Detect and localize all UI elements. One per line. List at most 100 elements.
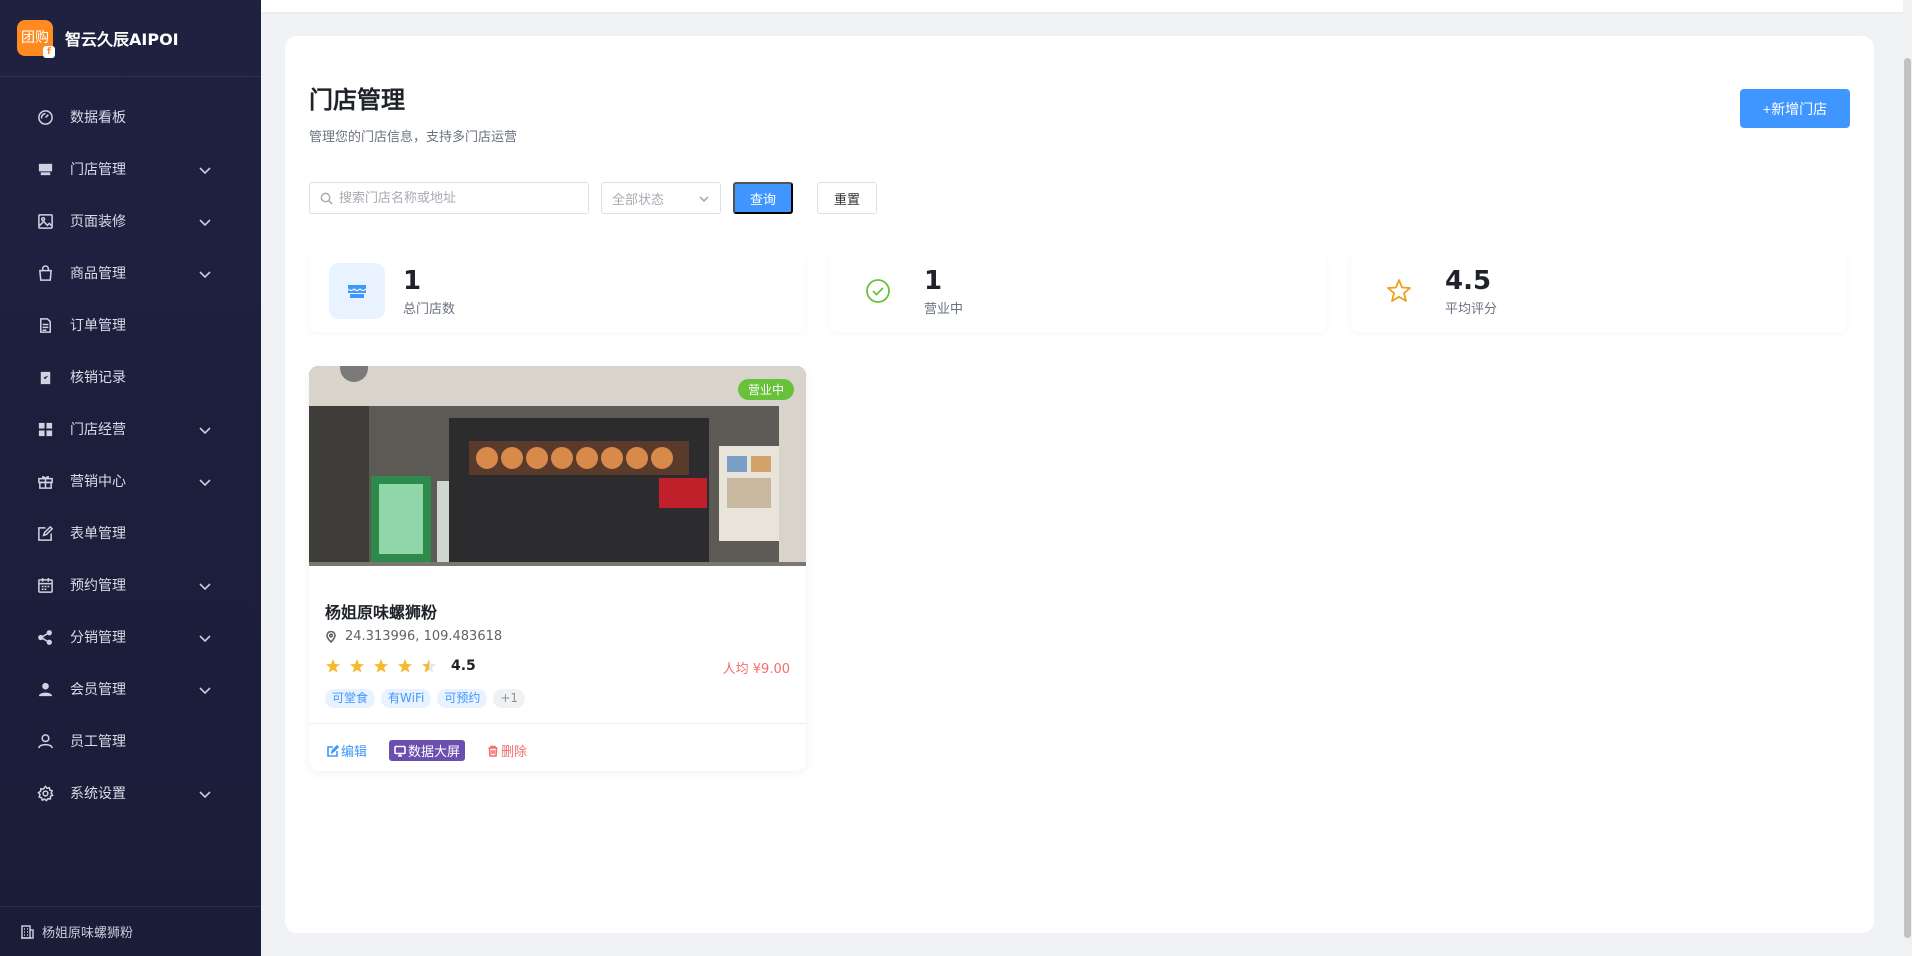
scrollbar-thumb[interactable] (1904, 58, 1911, 938)
stat-total-stores: 1 总门店数 (309, 250, 805, 332)
sidebar-item-label: 员工管理 (70, 734, 126, 750)
store-actions: 编辑 数据大屏 删除 (327, 740, 527, 761)
top-bar (261, 0, 1903, 12)
data-screen-button[interactable]: 数据大屏 (389, 740, 466, 761)
user-filled-icon (36, 680, 54, 698)
chevron-down-icon (198, 787, 214, 803)
sidebar-item-system-settings[interactable]: 系统设置 (0, 767, 261, 819)
current-store-name: 杨姐原味螺狮粉 (42, 926, 134, 941)
tag-more[interactable]: +1 (493, 689, 526, 708)
store-location: 24.313996, 109.483618 (325, 629, 502, 644)
brand: 团购 f 智云久辰AIPOI (0, 0, 261, 77)
tag-wifi: 有WiFi (381, 689, 432, 708)
chevron-down-icon (198, 215, 214, 231)
logo-text: 团购 (21, 30, 49, 46)
data-screen-label: 数据大屏 (408, 745, 461, 760)
search-box[interactable] (309, 182, 589, 214)
tag-reservable: 可预约 (437, 689, 488, 708)
sidebar-item-label: 预约管理 (70, 578, 126, 594)
store-card[interactable]: 营业中 杨姐原味螺狮粉 24.313996, 109.483618 4.5 人均… (309, 366, 806, 771)
star-filled-icon (326, 659, 340, 673)
edit-label: 编辑 (341, 745, 368, 760)
sidebar-menu: 数据看板 门店管理 页面装修 商品管理 订单管理 核销记录 门店经营 营销中心 … (0, 77, 261, 819)
delete-label: 删除 (501, 745, 528, 760)
sidebar-item-label: 会员管理 (70, 682, 126, 698)
add-store-button[interactable]: +新增门店 (1740, 89, 1850, 128)
stat-average-rating: 4.5 平均评分 (1351, 250, 1847, 332)
sidebar-item-distribution-management[interactable]: 分销管理 (0, 611, 261, 663)
stat-value: 1 (924, 265, 943, 296)
delete-button[interactable]: 删除 (487, 741, 527, 760)
sidebar-item-page-decoration[interactable]: 页面装修 (0, 195, 261, 247)
sidebar-item-label: 数据看板 (70, 110, 126, 126)
sidebar-item-marketing-center[interactable]: 营销中心 (0, 455, 261, 507)
store-icon (36, 160, 54, 178)
search-icon (320, 192, 333, 205)
sidebar-item-label: 营销中心 (70, 474, 126, 490)
status-badge: 营业中 (737, 379, 794, 400)
sidebar-item-booking-management[interactable]: 预约管理 (0, 559, 261, 611)
stat-label: 总门店数 (403, 301, 456, 317)
stat-value: 4.5 (1445, 265, 1492, 296)
share-icon (36, 628, 54, 646)
chevron-down-icon (198, 163, 214, 179)
rating-value: 4.5 (451, 658, 476, 674)
search-input[interactable] (339, 190, 569, 206)
status-select[interactable]: 全部状态 (601, 182, 721, 214)
status-select-value: 全部状态 (612, 192, 665, 208)
main-card: 门店管理 管理您的门店信息，支持多门店运营 +新增门店 全部状态 查询 重置 1… (285, 36, 1874, 933)
sidebar: 团购 f 智云久辰AIPOI 数据看板 门店管理 页面装修 商品管理 订单管理 (0, 0, 261, 956)
edit-button[interactable]: 编辑 (327, 741, 367, 760)
sidebar-item-staff-management[interactable]: 员工管理 (0, 715, 261, 767)
document-icon (36, 316, 54, 334)
sidebar-item-store-operations[interactable]: 门店经营 (0, 403, 261, 455)
stat-label: 平均评分 (1445, 301, 1498, 317)
chevron-down-icon (198, 631, 214, 647)
stat-open-stores: 1 营业中 (830, 250, 1326, 332)
store-front-icon (329, 263, 385, 319)
sidebar-item-store-management[interactable]: 门店管理 (0, 143, 261, 195)
sidebar-item-dashboard[interactable]: 数据看板 (0, 91, 261, 143)
page-title: 门店管理 (309, 86, 405, 114)
sidebar-item-label: 核销记录 (70, 370, 126, 386)
trash-icon (488, 745, 498, 757)
gift-icon (36, 472, 54, 490)
sidebar-item-label: 页面装修 (70, 214, 126, 230)
sidebar-item-label: 门店经营 (70, 422, 126, 438)
store-coordinates: 24.313996, 109.483618 (345, 629, 503, 644)
grid-icon (36, 420, 54, 438)
store-photo: 营业中 (309, 366, 806, 566)
store-rating: 4.5 (325, 658, 476, 674)
chevron-down-icon (198, 683, 214, 699)
clipboard-check-icon (36, 368, 54, 386)
reset-button[interactable]: 重置 (817, 182, 877, 214)
sidebar-item-verification-records[interactable]: 核销记录 (0, 351, 261, 403)
star-half-icon (422, 659, 436, 673)
user-icon (36, 732, 54, 750)
chevron-down-icon (198, 579, 214, 595)
chevron-down-icon (198, 267, 214, 283)
chevron-down-icon (699, 196, 709, 203)
store-name: 杨姐原味螺狮粉 (325, 603, 438, 622)
current-store-footer[interactable]: 杨姐原味螺狮粉 (0, 906, 261, 956)
logo-badge: f (43, 46, 55, 58)
building-icon (21, 924, 34, 939)
sidebar-item-form-management[interactable]: 表单管理 (0, 507, 261, 559)
brand-name: 智云久辰AIPOI (65, 30, 179, 49)
sidebar-item-label: 分销管理 (70, 630, 126, 646)
shopping-bag-icon (36, 264, 54, 282)
location-pin-icon (326, 630, 336, 643)
monitor-icon (394, 745, 406, 757)
page-scrollbar[interactable] (1903, 0, 1912, 956)
logo: 团购 f (17, 20, 55, 58)
dashboard-icon (36, 108, 54, 126)
sidebar-item-product-management[interactable]: 商品管理 (0, 247, 261, 299)
sidebar-item-member-management[interactable]: 会员管理 (0, 663, 261, 715)
chevron-down-icon (198, 423, 214, 439)
sidebar-item-order-management[interactable]: 订单管理 (0, 299, 261, 351)
chevron-down-icon (198, 475, 214, 491)
query-button[interactable]: 查询 (733, 182, 793, 214)
tag-dine-in: 可堂食 (325, 689, 376, 708)
store-tags: 可堂食 有WiFi 可预约 +1 (325, 689, 526, 708)
sidebar-item-label: 系统设置 (70, 786, 126, 802)
